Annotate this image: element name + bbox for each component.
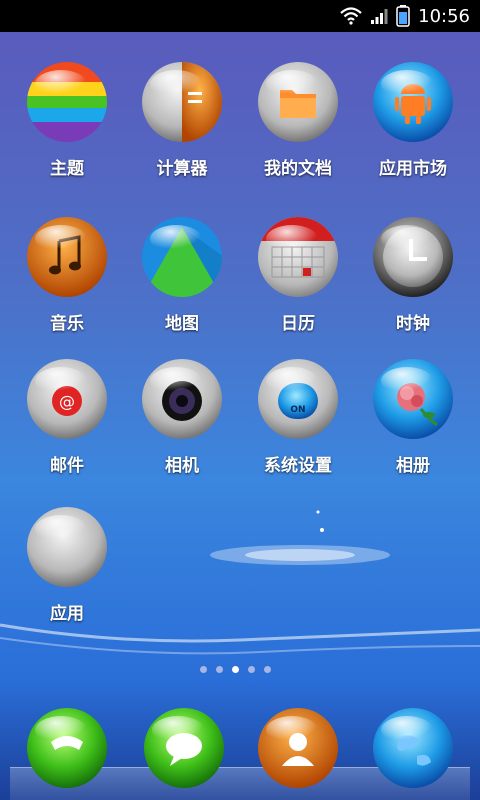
- page-dot[interactable]: [264, 666, 271, 673]
- clock-time: 10:56: [418, 5, 470, 27]
- app-label: 时钟: [396, 314, 430, 334]
- app-music[interactable]: 音乐: [9, 217, 125, 334]
- app-drawer-icon: [27, 507, 107, 587]
- app-clock[interactable]: 时钟: [355, 217, 471, 334]
- app-my-documents[interactable]: 我的文档: [240, 62, 356, 179]
- browser-icon[interactable]: [371, 708, 455, 792]
- app-label: 邮件: [50, 456, 84, 476]
- app-calculator[interactable]: 计算器: [124, 62, 240, 179]
- page-dot-active[interactable]: [232, 666, 239, 673]
- app-label: 音乐: [50, 314, 84, 334]
- home-screen: 10:56 主题 计算器 我的文档 应用市场 音乐 地图 日历 时钟 @ 邮件 …: [0, 0, 480, 800]
- battery-icon: [396, 5, 410, 27]
- status-bar: 10:56: [0, 0, 480, 32]
- app-label: 应用市场: [379, 159, 447, 179]
- clock-icon: [373, 217, 453, 297]
- music-icon: [27, 217, 107, 297]
- app-label: 应用: [50, 604, 84, 624]
- page-dot[interactable]: [248, 666, 255, 673]
- mail-icon: @: [27, 359, 107, 439]
- app-mail[interactable]: @ 邮件: [9, 359, 125, 476]
- app-label: 计算器: [156, 159, 208, 179]
- app-label: 主题: [50, 159, 84, 179]
- app-label: 相册: [396, 456, 430, 476]
- android-market-icon: [373, 62, 453, 142]
- app-label: 我的文档: [264, 159, 332, 179]
- app-calendar[interactable]: 日历: [240, 217, 356, 334]
- app-market[interactable]: 应用市场: [355, 62, 471, 179]
- phone-icon[interactable]: [25, 708, 109, 792]
- settings-icon: ON: [258, 359, 338, 439]
- app-label: 日历: [281, 314, 315, 334]
- app-camera[interactable]: 相机: [124, 359, 240, 476]
- app-label: 地图: [165, 314, 199, 334]
- gallery-icon: [373, 359, 453, 439]
- app-theme[interactable]: 主题: [9, 62, 125, 179]
- map-icon: [142, 217, 222, 297]
- page-indicator: [200, 666, 271, 673]
- folder-icon: [258, 62, 338, 142]
- page-dot[interactable]: [216, 666, 223, 673]
- wifi-icon: [340, 7, 362, 25]
- calendar-icon: [258, 217, 338, 297]
- dock: [0, 705, 480, 800]
- svg-text:ON: ON: [290, 405, 305, 415]
- app-gallery[interactable]: 相册: [355, 359, 471, 476]
- app-maps[interactable]: 地图: [124, 217, 240, 334]
- signal-icon: [371, 9, 388, 24]
- camera-icon: [142, 359, 222, 439]
- app-label: 相机: [165, 456, 199, 476]
- app-label: 系统设置: [264, 456, 332, 476]
- app-drawer[interactable]: 应用: [9, 507, 125, 624]
- page-dot[interactable]: [200, 666, 207, 673]
- messaging-icon[interactable]: [142, 708, 226, 792]
- app-settings[interactable]: ON 系统设置: [240, 359, 356, 476]
- calculator-icon: [142, 62, 222, 142]
- contacts-icon[interactable]: [256, 708, 340, 792]
- theme-icon: [27, 62, 107, 142]
